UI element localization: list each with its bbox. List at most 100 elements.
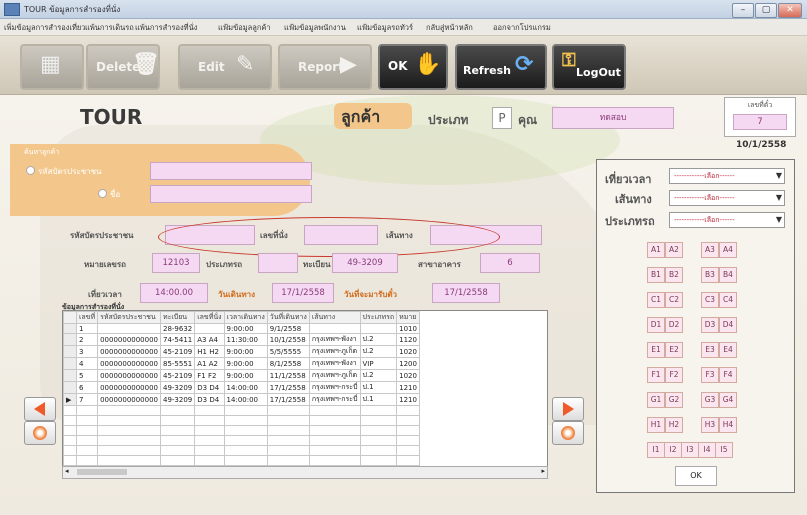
radio-name[interactable] xyxy=(98,189,107,198)
plate-field[interactable]: 49-3209 xyxy=(332,253,398,273)
seat-button[interactable]: E4 xyxy=(719,342,737,358)
seat-button[interactable]: I1 xyxy=(647,442,665,458)
seat-button[interactable]: A2 xyxy=(665,242,683,258)
row-selector[interactable]: ▶ xyxy=(63,393,77,406)
report-button[interactable]: Report ▶ xyxy=(278,44,372,90)
column-header[interactable]: เลขที่ xyxy=(75,311,99,324)
search-id-card-field[interactable] xyxy=(150,162,312,180)
table-row[interactable]: 3 0000000000000 45-2109 H1 H2 9:00:00 5/5/555… xyxy=(63,345,420,358)
delete-button[interactable]: Delete 🗑 xyxy=(86,44,160,90)
seat-button[interactable]: I4 xyxy=(698,442,716,458)
ok-button[interactable]: OK ✋ xyxy=(378,44,448,90)
seat-button[interactable]: D2 xyxy=(665,317,683,333)
column-header[interactable]: วันที่เดินทาง xyxy=(266,311,310,324)
column-header[interactable]: เลขที่นั่ง xyxy=(194,311,225,324)
prev-record-button[interactable] xyxy=(24,421,56,445)
seat-button[interactable]: H2 xyxy=(665,417,683,433)
table-row[interactable]: 1 28-9632 9:00:00 9/1/2558 1010 xyxy=(63,323,420,334)
travel-date-field[interactable]: 17/1/2558 xyxy=(272,283,334,303)
row-selector[interactable] xyxy=(63,381,77,394)
seat-button[interactable]: B3 xyxy=(701,267,719,283)
menu-item-customer[interactable]: แฟ้มข้อมูลลูกค้า xyxy=(218,22,271,34)
seat-button[interactable]: H1 xyxy=(647,417,665,433)
maximize-button[interactable]: ▢ xyxy=(755,3,777,18)
scroll-left-icon[interactable]: ◂ xyxy=(65,467,69,475)
scroll-thumb[interactable] xyxy=(77,469,127,475)
seat-button[interactable]: C1 xyxy=(647,292,665,308)
menu-item-schedule[interactable]: แพ้นการเดินรถ xyxy=(85,22,134,34)
refresh-button[interactable]: Refresh ⟳ xyxy=(455,44,547,90)
next-button[interactable] xyxy=(552,397,584,421)
menu-item-bus[interactable]: แฟ้มข้อมูลรถทัวร์ xyxy=(357,22,413,34)
bus-type-dropdown[interactable]: ------------เลือก------ ▼ xyxy=(669,212,785,228)
seat-button[interactable]: G4 xyxy=(719,392,737,408)
logout-button[interactable]: ⚿ LogOut xyxy=(552,44,626,90)
seat-button[interactable]: F3 xyxy=(701,367,719,383)
seat-button[interactable]: F2 xyxy=(665,367,683,383)
column-header[interactable]: หมาย xyxy=(396,311,420,324)
row-selector[interactable] xyxy=(63,345,77,358)
type-field[interactable]: P xyxy=(492,107,512,129)
seat-button[interactable]: A1 xyxy=(647,242,665,258)
prev-button[interactable] xyxy=(24,397,56,421)
seat-button[interactable]: G3 xyxy=(701,392,719,408)
column-header[interactable]: ประเภทรถ xyxy=(359,311,398,324)
minimize-button[interactable]: – xyxy=(732,3,754,18)
table-row[interactable]: 5 0000000000000 45-2109 F1 F2 9:00:00 11/1/25… xyxy=(63,369,420,382)
seat-button[interactable]: G2 xyxy=(665,392,683,408)
row-selector[interactable] xyxy=(63,333,77,346)
seat-button[interactable]: B4 xyxy=(719,267,737,283)
seat-button[interactable]: D4 xyxy=(719,317,737,333)
bus-number-field[interactable]: 12103 xyxy=(152,253,200,273)
seat-button[interactable]: G1 xyxy=(647,392,665,408)
branch-field[interactable]: 6 xyxy=(480,253,540,273)
search-name-field[interactable] xyxy=(150,185,312,203)
menu-item-employee[interactable]: แฟ้มข้อมูลพนักงาน xyxy=(284,22,346,34)
seat-ok-button[interactable]: OK xyxy=(675,466,717,486)
seat-button[interactable]: A3 xyxy=(701,242,719,258)
horizontal-scrollbar[interactable]: ◂ ▸ xyxy=(62,466,548,479)
row-selector[interactable] xyxy=(63,357,77,370)
seat-button[interactable]: H4 xyxy=(719,417,737,433)
seat-button[interactable]: I2 xyxy=(664,442,682,458)
table-row[interactable]: 4 0000000000000 85-5551 A1 A2 9:00:00 8/1/255… xyxy=(63,357,420,370)
seat-button[interactable]: I5 xyxy=(715,442,733,458)
table-row[interactable]: 6 0000000000000 49-3209 D3 D4 14:00:00 17/1/2… xyxy=(63,381,420,394)
seat-button[interactable]: B2 xyxy=(665,267,683,283)
table-row[interactable]: ▶ 7 0000000000000 49-3209 D3 D4 14:00:00 17/1/… xyxy=(63,393,420,406)
column-header[interactable]: รหัสบัตรประชาชน xyxy=(97,311,161,324)
column-header[interactable]: ทะเบียน xyxy=(159,311,196,324)
customer-name-field[interactable]: ทดสอบ xyxy=(552,107,674,129)
column-header[interactable]: เส้นทาง xyxy=(308,311,361,324)
menu-item-home[interactable]: กลับสู่หน้าหลัก xyxy=(426,22,473,34)
seat-button[interactable]: E2 xyxy=(665,342,683,358)
seat-button[interactable]: H3 xyxy=(701,417,719,433)
route-dropdown[interactable]: ------------เลือก------ ▼ xyxy=(669,190,785,206)
ticket-number-field[interactable]: 7 xyxy=(733,114,787,130)
seat-button[interactable]: B1 xyxy=(647,267,665,283)
scroll-right-icon[interactable]: ▸ xyxy=(541,467,545,475)
seat-button[interactable]: C4 xyxy=(719,292,737,308)
edit-button[interactable]: Edit ✎ xyxy=(178,44,272,90)
row-selector[interactable] xyxy=(63,323,77,334)
menu-item-add-trip[interactable]: เพิ่มข้อมูลการสำรองเที่ยว xyxy=(4,22,86,34)
menu-item-booking[interactable]: แพ้นการสำรองที่นั่ง xyxy=(135,22,197,34)
row-selector[interactable] xyxy=(63,369,77,382)
seat-button[interactable]: C2 xyxy=(665,292,683,308)
seat-button[interactable]: A4 xyxy=(719,242,737,258)
seat-button[interactable]: E3 xyxy=(701,342,719,358)
bus-type-field[interactable] xyxy=(258,253,298,273)
radio-id-card[interactable] xyxy=(26,166,35,175)
seat-button[interactable]: E1 xyxy=(647,342,665,358)
seat-button[interactable]: F4 xyxy=(719,367,737,383)
seat-button[interactable]: C3 xyxy=(701,292,719,308)
column-header[interactable]: เวลาเดินทาง xyxy=(223,311,268,324)
next-record-button[interactable] xyxy=(552,421,584,445)
seat-button[interactable]: F1 xyxy=(647,367,665,383)
time-field[interactable]: 14:00.00 xyxy=(140,283,208,303)
seat-button[interactable]: D3 xyxy=(701,317,719,333)
seat-button[interactable]: D1 xyxy=(647,317,665,333)
menu-item-exit[interactable]: ออกจากโปรแกรม xyxy=(493,22,551,34)
pickup-date-field[interactable]: 17/1/2558 xyxy=(432,283,500,303)
time-dropdown[interactable]: ------------เลือก------ ▼ xyxy=(669,168,785,184)
